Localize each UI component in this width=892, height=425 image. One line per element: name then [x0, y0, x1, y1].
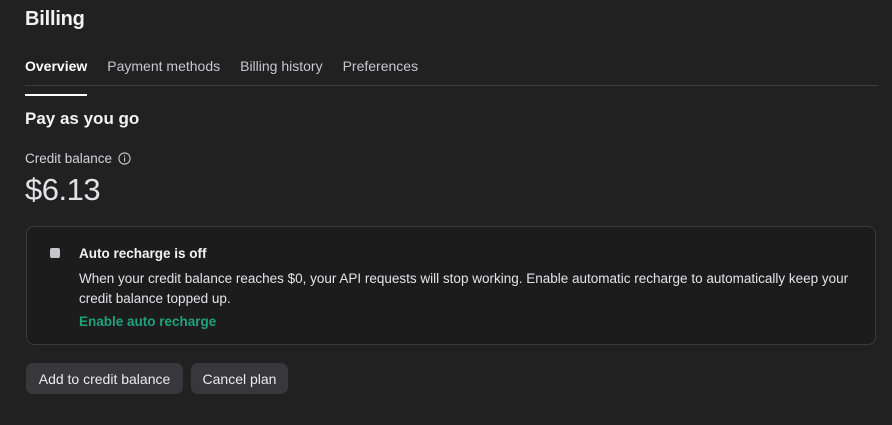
plan-title: Pay as you go: [25, 109, 140, 128]
credit-balance-label: Credit balance: [25, 151, 113, 166]
info-icon[interactable]: [118, 152, 131, 165]
billing-tabs: Overview Payment methods Billing history…: [25, 56, 878, 96]
tab-overview[interactable]: Overview: [25, 56, 88, 96]
enable-auto-recharge-link[interactable]: Enable auto recharge: [79, 314, 216, 329]
auto-recharge-description: When your credit balance reaches $0, you…: [79, 271, 849, 306]
credit-balance-amount: $6.13: [25, 172, 101, 207]
page-title: Billing: [25, 8, 85, 30]
add-to-credit-balance-button[interactable]: Add to credit balance: [26, 363, 183, 394]
tab-payment-methods[interactable]: Payment methods: [107, 56, 220, 85]
billing-page: Billing Overview Payment methods Billing…: [0, 0, 892, 425]
credit-balance-label-row: Credit balance: [25, 151, 131, 166]
auto-recharge-title: Auto recharge is off: [79, 246, 207, 261]
cancel-plan-button[interactable]: Cancel plan: [191, 363, 288, 394]
tab-billing-history[interactable]: Billing history: [240, 56, 322, 85]
tab-preferences[interactable]: Preferences: [343, 56, 418, 85]
auto-recharge-panel: Auto recharge is off When your credit ba…: [26, 226, 876, 345]
auto-recharge-status-indicator: [50, 248, 60, 258]
